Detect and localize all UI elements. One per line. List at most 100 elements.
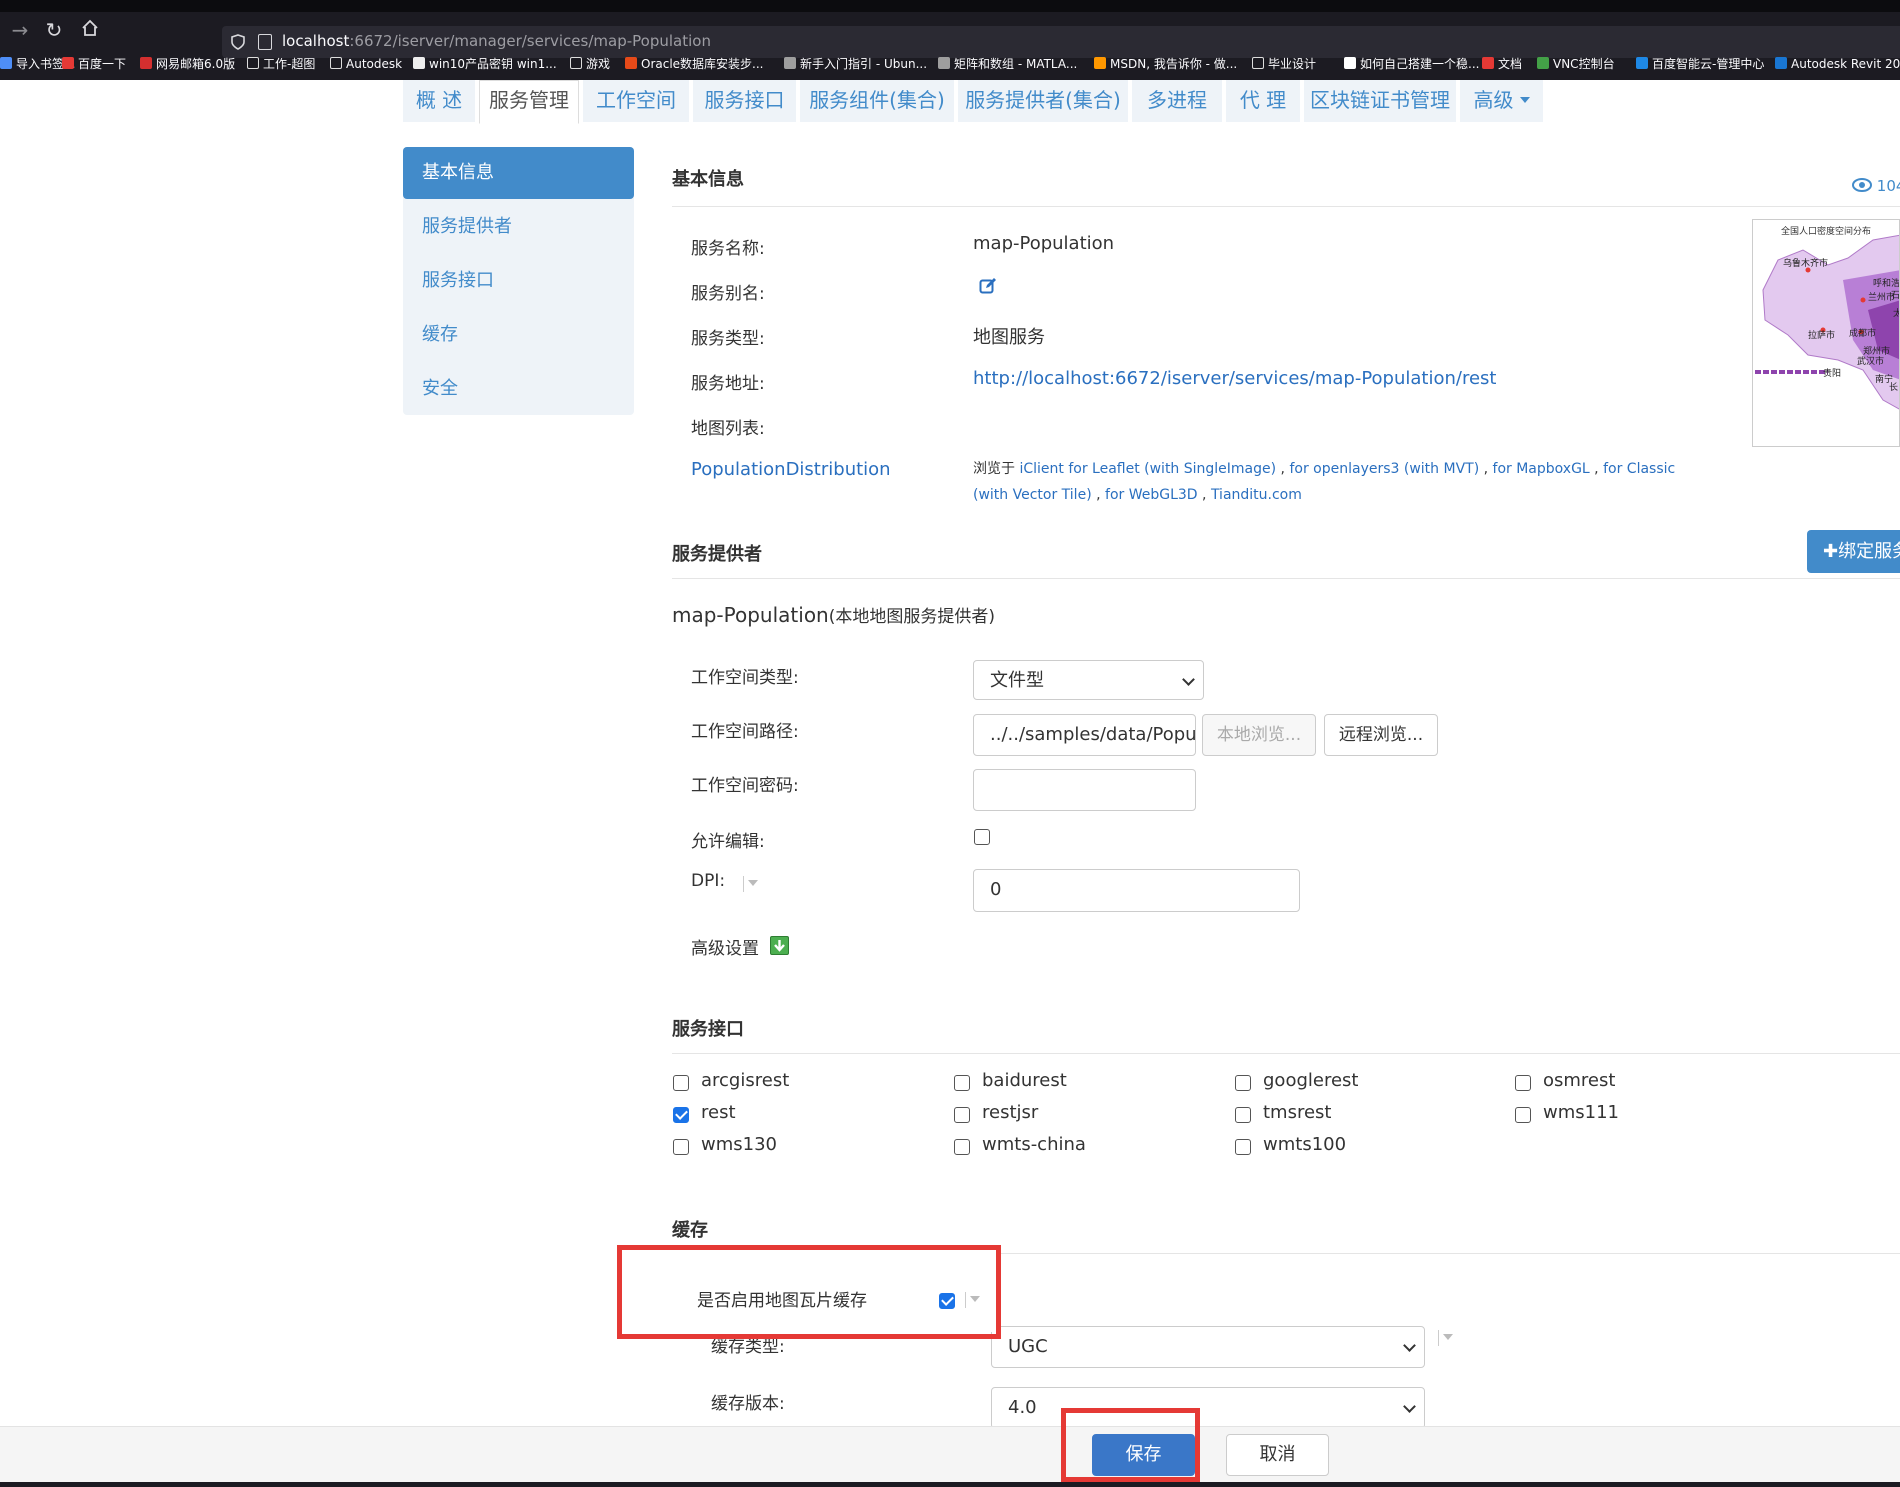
dpi-input[interactable]: 0 (973, 869, 1300, 912)
ws-password-input[interactable] (973, 769, 1196, 811)
tab-8[interactable]: 区块链证书管理 (1304, 80, 1456, 122)
browse-link[interactable]: for MapboxGL (1493, 461, 1590, 477)
site-icon (0, 57, 12, 69)
tab-1[interactable]: 服务管理 (479, 80, 579, 124)
bookmark-item[interactable]: 新手入门指引 - Ubun... (784, 54, 927, 74)
map-name-link[interactable]: PopulationDistribution (691, 459, 891, 480)
separator: , (1197, 487, 1211, 503)
bookmark-item[interactable]: 毕业设计 (1252, 54, 1316, 74)
folder-icon (570, 57, 582, 69)
tab-4[interactable]: 服务组件(集合) (800, 80, 954, 122)
allow-edit-label: 允许编辑: (691, 832, 765, 852)
site-icon (1482, 57, 1494, 69)
forward-icon[interactable]: → (8, 18, 32, 42)
bookmark-item[interactable]: MSDN, 我告诉你 - 做... (1094, 54, 1237, 74)
interface-checkbox[interactable] (1515, 1075, 1531, 1091)
bookmark-label: 矩阵和数组 - MATLA... (954, 57, 1078, 71)
help-dropdown-icon[interactable] (743, 876, 758, 892)
tab-6[interactable]: 多进程 (1132, 80, 1222, 122)
interface-checkbox[interactable] (673, 1107, 689, 1123)
window-bottom-edge (0, 1482, 1900, 1487)
reload-icon[interactable]: ↻ (42, 18, 66, 42)
chevron-down-icon (1403, 1339, 1416, 1352)
map-thumbnail[interactable]: 全国人口密度空间分布 乌鲁木齐市呼和浩石兰州市太拉萨市成都市郑州市武汉市贵阳南宁… (1752, 219, 1900, 447)
tab-2[interactable]: 工作空间 (583, 80, 689, 122)
expand-down-icon[interactable] (770, 936, 789, 955)
interface-label: arcgisrest (701, 1070, 790, 1091)
ws-path-input[interactable]: ../../samples/data/Popu (973, 714, 1196, 756)
tab-5[interactable]: 服务提供者(集合) (958, 80, 1128, 122)
bookmark-item[interactable]: Autodesk Revit 2020 (1775, 54, 1900, 74)
map-city-label: 成都市 (1849, 329, 1877, 339)
ws-type-select[interactable]: 文件型 (973, 660, 1204, 700)
bookmark-item[interactable]: 网易邮箱6.0版 (140, 54, 235, 74)
home-icon[interactable] (78, 18, 102, 42)
bind-service-button[interactable]: ✚绑定服务 (1807, 530, 1900, 573)
bookmark-item[interactable]: VNC控制台 (1537, 54, 1615, 74)
local-browse-button[interactable]: 本地浏览... (1202, 714, 1316, 756)
cache-version-label: 缓存版本: (711, 1394, 785, 1414)
browse-link[interactable]: Tianditu.com (1211, 487, 1302, 503)
browse-link[interactable]: iClient for Leaflet (with SingleImage) (1019, 461, 1276, 477)
tab-label: 多进程 (1147, 88, 1207, 112)
tab-7[interactable]: 代 理 (1226, 80, 1300, 122)
browser-nav-row: → ↻ localhost:6672/iserver/manager/servi… (0, 12, 1900, 58)
interface-checkbox[interactable] (1235, 1075, 1251, 1091)
interface-checkbox[interactable] (954, 1075, 970, 1091)
edit-icon[interactable] (979, 277, 997, 299)
interface-checkbox[interactable] (1235, 1107, 1251, 1123)
bookmark-label: win10产品密钥 win1... (429, 57, 557, 71)
tab-label: 服务管理 (489, 88, 569, 112)
remote-browse-button[interactable]: 远程浏览... (1324, 714, 1438, 756)
bookmark-label: 游戏 (586, 57, 611, 71)
allow-edit-checkbox[interactable] (974, 829, 990, 845)
interface-label: wms130 (701, 1134, 777, 1155)
interface-checkbox[interactable] (954, 1139, 970, 1155)
bookmark-item[interactable]: 百度智能云-管理中心 (1636, 54, 1764, 74)
interface-checkbox[interactable] (673, 1075, 689, 1091)
cancel-button[interactable]: 取消 (1226, 1434, 1329, 1476)
sidebar-item[interactable]: 服务接口 (403, 255, 634, 307)
divider (672, 578, 1900, 579)
bookmark-item[interactable]: 如何自己搭建一个稳... (1344, 54, 1479, 74)
interface-label: wms111 (1543, 1102, 1619, 1123)
tab-0[interactable]: 概 述 (403, 80, 475, 122)
bookmark-item[interactable]: win10产品密钥 win1... (413, 54, 557, 74)
site-icon (1537, 57, 1549, 69)
help-dropdown-icon[interactable] (1438, 1330, 1453, 1346)
interface-checkbox[interactable] (1235, 1139, 1251, 1155)
bookmark-item[interactable]: 文档 (1482, 54, 1522, 74)
service-type-label: 服务类型: (691, 329, 765, 349)
interface-checkbox[interactable] (954, 1107, 970, 1123)
bookmark-item[interactable]: 百度一下 (62, 54, 126, 74)
service-type-value: 地图服务 (973, 327, 1045, 348)
browse-link[interactable]: for openlayers3 (with MVT) (1289, 461, 1479, 477)
interface-checkbox[interactable] (673, 1139, 689, 1155)
browse-link[interactable]: for WebGL3D (1105, 487, 1198, 503)
ws-type-value: 文件型 (990, 670, 1044, 691)
bookmark-item[interactable]: Autodesk (330, 54, 402, 74)
sidebar-item[interactable]: 服务提供者 (403, 201, 634, 253)
bookmark-item[interactable]: 矩阵和数组 - MATLA... (938, 54, 1077, 74)
advanced-settings-label[interactable]: 高级设置 (691, 934, 759, 959)
bookmark-item[interactable]: 游戏 (570, 54, 610, 74)
sidebar-item[interactable]: 基本信息 (403, 147, 634, 199)
bookmark-label: 文档 (1498, 57, 1523, 71)
sidebar-item[interactable]: 缓存 (403, 309, 634, 361)
tab-3[interactable]: 服务接口 (693, 80, 796, 122)
cache-version-select[interactable]: 4.0 (991, 1387, 1425, 1429)
thumb-title: 全国人口密度空间分布 (1781, 227, 1872, 237)
service-alias-label: 服务别名: (691, 284, 765, 304)
interface-checkbox[interactable] (1515, 1107, 1531, 1123)
map-city-label: 拉萨市 (1808, 331, 1836, 341)
site-icon (938, 57, 950, 69)
service-address-link[interactable]: http://localhost:6672/iserver/services/m… (973, 368, 1496, 389)
provider-title: 服务提供者 (672, 544, 762, 565)
bookmark-item[interactable]: Oracle数据库安装步... (625, 54, 764, 74)
folder-icon (330, 57, 342, 69)
tab-9[interactable]: 高级 (1460, 80, 1543, 122)
highlight-box (1061, 1408, 1200, 1482)
cache-type-select[interactable]: UGC (991, 1326, 1425, 1368)
sidebar-item[interactable]: 安全 (403, 363, 634, 415)
bookmark-item[interactable]: 工作-超图 (247, 54, 315, 74)
